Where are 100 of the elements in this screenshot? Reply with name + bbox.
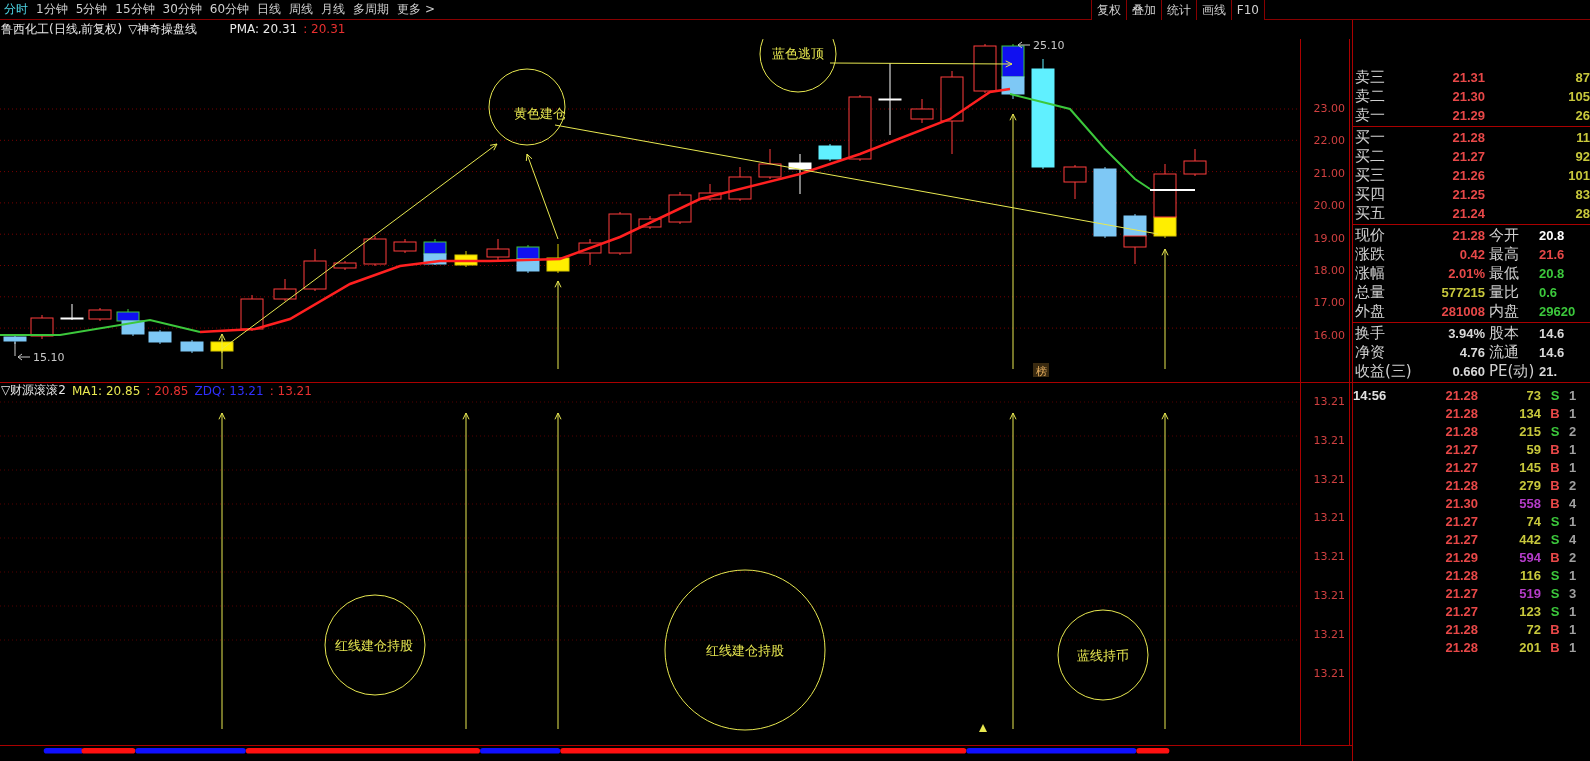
order-volume: 28	[1574, 206, 1590, 221]
indicator-label: MA1: 20.85	[71, 383, 141, 398]
tick-volume: 74	[1525, 513, 1541, 529]
axis-label: 13.21	[1313, 627, 1345, 641]
axis-label: 13.21	[1313, 589, 1345, 603]
order-volume: 105	[1567, 89, 1590, 104]
tick-side: S	[1549, 387, 1561, 403]
quote-value: 2.01%	[1447, 266, 1485, 281]
tick-side: B	[1549, 549, 1561, 565]
tick-price: 21.28	[1444, 387, 1478, 403]
price-label: 15.10	[33, 350, 65, 364]
annotation-label: 黄色建仓	[514, 105, 566, 121]
order-volume: 83	[1574, 187, 1590, 202]
tick-volume: 215	[1518, 423, 1541, 439]
indicator-name[interactable]: ▽神奇操盘线	[128, 20, 198, 38]
toolbar-button[interactable]: 叠加	[1125, 0, 1161, 20]
candlestick	[393, 238, 417, 254]
axis-label: 13.21	[1313, 394, 1345, 408]
toolbar-button[interactable]: 画线	[1195, 0, 1231, 20]
tick-price: 21.28	[1444, 477, 1478, 493]
axis-label: 13.21	[1313, 472, 1345, 486]
tick-price: 21.27	[1444, 531, 1478, 547]
tick-volume: 72	[1525, 621, 1541, 637]
order-volume: 26	[1574, 108, 1590, 123]
toolbar-button[interactable]: 复权	[1090, 0, 1126, 20]
tick-price: 21.28	[1444, 405, 1478, 421]
candlestick	[728, 166, 752, 202]
axis-label: 18.00	[1313, 264, 1345, 277]
tick-side: S	[1549, 567, 1561, 583]
quote-value: 29620	[1538, 304, 1577, 319]
tick-side: S	[1549, 603, 1561, 619]
tick-side: S	[1549, 423, 1561, 439]
tick-side: B	[1549, 459, 1561, 475]
axis-label: 13.21	[1313, 433, 1345, 447]
order-price: 21.28	[1451, 130, 1485, 145]
quote-label: 流通	[1488, 343, 1520, 362]
axis-label: 17.00	[1313, 296, 1345, 310]
tick-price: 21.27	[1444, 441, 1478, 457]
order-level-label: 买四	[1354, 185, 1386, 204]
period-tab[interactable]: 30分钟	[158, 1, 206, 18]
candlestick	[848, 94, 872, 162]
quote-label: 内盘	[1488, 302, 1520, 321]
tick-price: 21.28	[1444, 639, 1478, 655]
quote-value: 14.6	[1538, 345, 1566, 360]
tick-volume: 59	[1525, 441, 1541, 457]
tick-side: B	[1549, 495, 1561, 511]
candlestick	[423, 238, 447, 255]
tick-side: B	[1549, 405, 1561, 421]
quote-label: 换手	[1354, 324, 1386, 343]
annotation-label: 蓝线持币	[1077, 647, 1129, 663]
toolbar-button[interactable]: 统计	[1160, 0, 1196, 20]
toolbar-button[interactable]: F10	[1230, 0, 1265, 20]
candlestick	[1123, 213, 1147, 237]
period-tab[interactable]: 1分钟	[32, 1, 72, 18]
candlestick	[273, 278, 297, 302]
tick-cell-text: 1	[1569, 603, 1578, 619]
quote-value: 3.94%	[1447, 326, 1485, 341]
tick-volume: 123	[1518, 603, 1541, 619]
quote-label: 总量	[1354, 283, 1386, 302]
tick-volume: 116	[1519, 567, 1541, 583]
tick-volume: 442	[1518, 531, 1541, 547]
tick-cell-text: 1	[1569, 441, 1578, 457]
period-tab[interactable]: 月线	[317, 1, 350, 18]
tick-volume: 134	[1518, 405, 1541, 421]
period-tab[interactable]: 5分钟	[71, 1, 112, 18]
candlestick	[818, 143, 842, 162]
tick-cell-text: 1	[1569, 639, 1578, 655]
tick-cell-text: 1	[1569, 459, 1578, 475]
quote-value: 577215	[1440, 285, 1485, 300]
candlestick	[333, 260, 357, 271]
tick-side: S	[1549, 585, 1561, 601]
tick-cell-text: 1	[1569, 621, 1578, 637]
period-tab[interactable]: 分时	[0, 1, 32, 18]
order-price: 21.27	[1451, 149, 1485, 164]
order-level-label: 买二	[1354, 147, 1386, 166]
period-tab[interactable]: 多周期	[349, 1, 394, 18]
indicator-label: ZDQ: 13.21	[194, 383, 264, 398]
candlestick	[578, 238, 602, 266]
order-volume: 101	[1567, 168, 1590, 183]
period-tab[interactable]: 日线	[253, 1, 286, 18]
candlestick	[668, 191, 692, 225]
order-volume: 87	[1574, 70, 1590, 85]
quote-value: 14.6	[1538, 326, 1566, 341]
period-tab[interactable]: 15分钟	[111, 1, 159, 18]
indicator-value: : 20.31	[303, 22, 346, 37]
quote-value: 20.8	[1538, 266, 1566, 281]
annotation-label: 红线建仓持股	[706, 642, 784, 658]
order-price: 21.30	[1451, 89, 1485, 104]
indicator-label: PMA: 20.31	[229, 22, 298, 37]
quote-label: 最高	[1488, 245, 1520, 264]
annotation-label: 红线建仓持股	[335, 637, 413, 653]
quote-value: 21.	[1538, 364, 1559, 379]
indicator-name[interactable]: ▽财源滚滚2	[1, 382, 66, 400]
period-tab[interactable]: 周线	[285, 1, 318, 18]
candlestick	[973, 43, 997, 94]
axis-label: 16.00	[1313, 328, 1345, 342]
tick-cell-text: 1	[1569, 567, 1578, 583]
period-tab[interactable]: 60分钟	[205, 1, 254, 18]
period-tab[interactable]: 更多 >	[393, 1, 439, 18]
quote-label: 净资	[1354, 343, 1386, 362]
